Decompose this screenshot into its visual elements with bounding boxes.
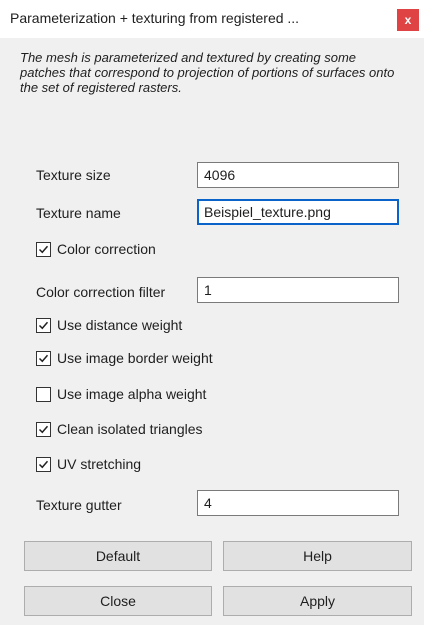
check-icon xyxy=(38,425,49,433)
checkbox-box[interactable] xyxy=(36,241,51,257)
check-icon xyxy=(38,354,49,362)
clean-isolated-triangles-checkbox[interactable]: Clean isolated triangles xyxy=(36,421,203,437)
uv-stretching-label: UV stretching xyxy=(57,456,142,472)
texture-gutter-input[interactable]: 4 xyxy=(197,490,399,516)
checkbox-box[interactable] xyxy=(36,456,51,472)
apply-button[interactable]: Apply xyxy=(223,586,412,616)
default-button[interactable]: Default xyxy=(24,541,212,571)
clean-isolated-triangles-label: Clean isolated triangles xyxy=(57,421,203,437)
description-text: The mesh is parameterized and textured b… xyxy=(20,50,395,95)
use-image-alpha-weight-label: Use image alpha weight xyxy=(57,386,207,402)
checkbox-box[interactable] xyxy=(36,350,51,366)
close-button[interactable]: Close xyxy=(24,586,212,616)
check-icon xyxy=(38,245,49,253)
close-icon[interactable]: x xyxy=(397,9,419,31)
texture-gutter-label: Texture gutter xyxy=(36,497,122,513)
color-correction-label: Color correction xyxy=(57,241,156,257)
use-image-alpha-weight-checkbox[interactable]: Use image alpha weight xyxy=(36,386,206,402)
texture-name-label: Texture name xyxy=(36,205,121,221)
texture-size-label: Texture size xyxy=(36,167,111,183)
use-image-border-weight-label: Use image border weight xyxy=(57,350,213,366)
use-image-border-weight-checkbox[interactable]: Use image border weight xyxy=(36,350,213,366)
uv-stretching-checkbox[interactable]: UV stretching xyxy=(36,456,141,472)
use-distance-weight-checkbox[interactable]: Use distance weight xyxy=(36,317,182,333)
checkbox-box[interactable] xyxy=(36,421,51,437)
title-bar[interactable]: Parameterization + texturing from regist… xyxy=(0,0,424,38)
checkbox-box[interactable] xyxy=(36,386,51,402)
check-icon xyxy=(38,460,49,468)
use-distance-weight-label: Use distance weight xyxy=(57,317,183,333)
texture-size-input[interactable]: 4096 xyxy=(197,162,399,188)
texture-name-input[interactable]: Beispiel_texture.png xyxy=(197,199,399,225)
color-correction-checkbox[interactable]: Color correction xyxy=(36,241,156,257)
window-title: Parameterization + texturing from regist… xyxy=(10,10,300,26)
help-button[interactable]: Help xyxy=(223,541,412,571)
dialog-window: Parameterization + texturing from regist… xyxy=(0,0,424,625)
color-correction-filter-input[interactable]: 1 xyxy=(197,277,399,303)
check-icon xyxy=(38,321,49,329)
color-correction-filter-label: Color correction filter xyxy=(36,284,166,300)
checkbox-box[interactable] xyxy=(36,317,51,333)
